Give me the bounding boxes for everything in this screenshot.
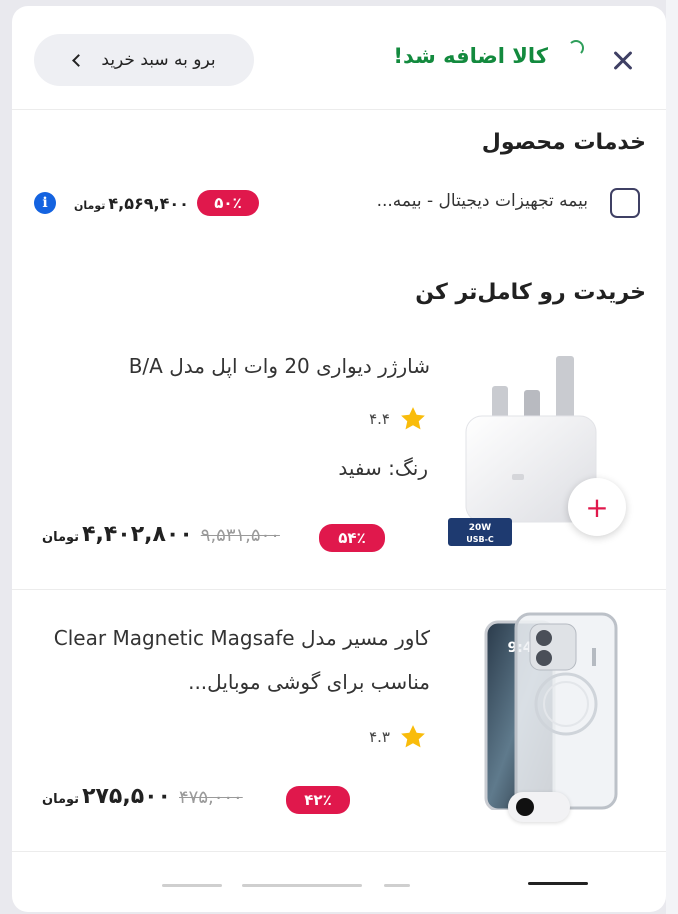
current-price-value: ۲۷۵,۵۰۰ (82, 784, 171, 809)
price-group: ۹,۵۳۱,۵۰۰ ۴,۴۰۲,۸۰۰تومان (42, 522, 280, 547)
toggle-switch[interactable] (508, 792, 570, 822)
placeholder-line (242, 884, 362, 887)
close-icon[interactable] (608, 46, 638, 76)
modal-header: کالا اضافه شد! برو به سبد خرید (12, 6, 666, 110)
added-message: کالا اضافه شد! (393, 44, 548, 68)
image-edge (528, 882, 588, 885)
background-page (666, 0, 678, 914)
go-to-cart-button[interactable]: برو به سبد خرید (34, 34, 254, 86)
product-card[interactable]: 20W USB-C + شارژر دیواری 20 وات اپل مدل … (12, 328, 666, 590)
info-icon[interactable]: i (34, 192, 56, 214)
svg-text:20W: 20W (469, 523, 492, 533)
old-price: ۹,۵۳۱,۵۰۰ (200, 525, 280, 546)
star-icon (401, 407, 425, 430)
insurance-label: بیمه تجهیزات دیجیتال - بیمه... (376, 191, 588, 211)
discount-badge: ۵۴٪ (319, 524, 385, 552)
add-to-cart-plus-button[interactable]: + (568, 478, 626, 536)
old-price: ۴۷۵,۰۰۰ (179, 787, 243, 808)
product-name: کاور مسیر مدل Clear Magnetic Magsafe منا… (53, 626, 430, 694)
next-product-card-partial (12, 856, 666, 912)
product-color: رنگ: سفید (338, 456, 428, 480)
insurance-checkbox[interactable] (610, 188, 640, 218)
services-title: خدمات محصول (481, 130, 646, 155)
placeholder-line (384, 884, 410, 887)
discount-badge: ۴۲٪ (286, 786, 350, 814)
toggle-knob (516, 798, 534, 816)
product-card[interactable]: 9:4 کاور مسیر مدل Clear Magnetic Magsafe… (12, 590, 666, 852)
rating-value: ۴.۳ (369, 728, 390, 746)
product-rating: ۴.۳ (369, 722, 428, 752)
insurance-price-value: ۴,۵۶۹,۴۰۰ (108, 194, 189, 213)
chevron-left-icon (72, 53, 86, 67)
product-name: شارژر دیواری 20 وات اپل مدل B/A (128, 354, 430, 378)
phone-case-image: 9:4 (484, 612, 618, 810)
current-price-value: ۴,۴۰۲,۸۰۰ (82, 522, 193, 547)
rating-value: ۴.۴ (369, 410, 390, 428)
currency-label: تومان (74, 199, 106, 212)
price-group: ۴۷۵,۰۰۰ ۲۷۵,۵۰۰تومان (42, 784, 243, 809)
star-icon (401, 725, 425, 748)
add-to-cart-modal: کالا اضافه شد! برو به سبد خرید خدمات محص… (12, 6, 666, 912)
product-rating: ۴.۴ (369, 404, 428, 434)
insurance-price: ۴,۵۶۹,۴۰۰تومان (74, 194, 189, 213)
currency-label: تومان (42, 530, 80, 545)
currency-label: تومان (42, 792, 80, 807)
loading-spinner-icon (568, 40, 584, 56)
current-price: ۴,۴۰۲,۸۰۰تومان (42, 522, 193, 547)
go-to-cart-label: برو به سبد خرید (101, 50, 216, 70)
insurance-discount-badge: ۵۰٪ (197, 190, 259, 216)
placeholder-line (162, 884, 222, 887)
svg-text:USB-C: USB-C (466, 535, 494, 544)
current-price: ۲۷۵,۵۰۰تومان (42, 784, 171, 809)
upsell-title: خریدت رو کامل‌تر کن (415, 280, 646, 305)
